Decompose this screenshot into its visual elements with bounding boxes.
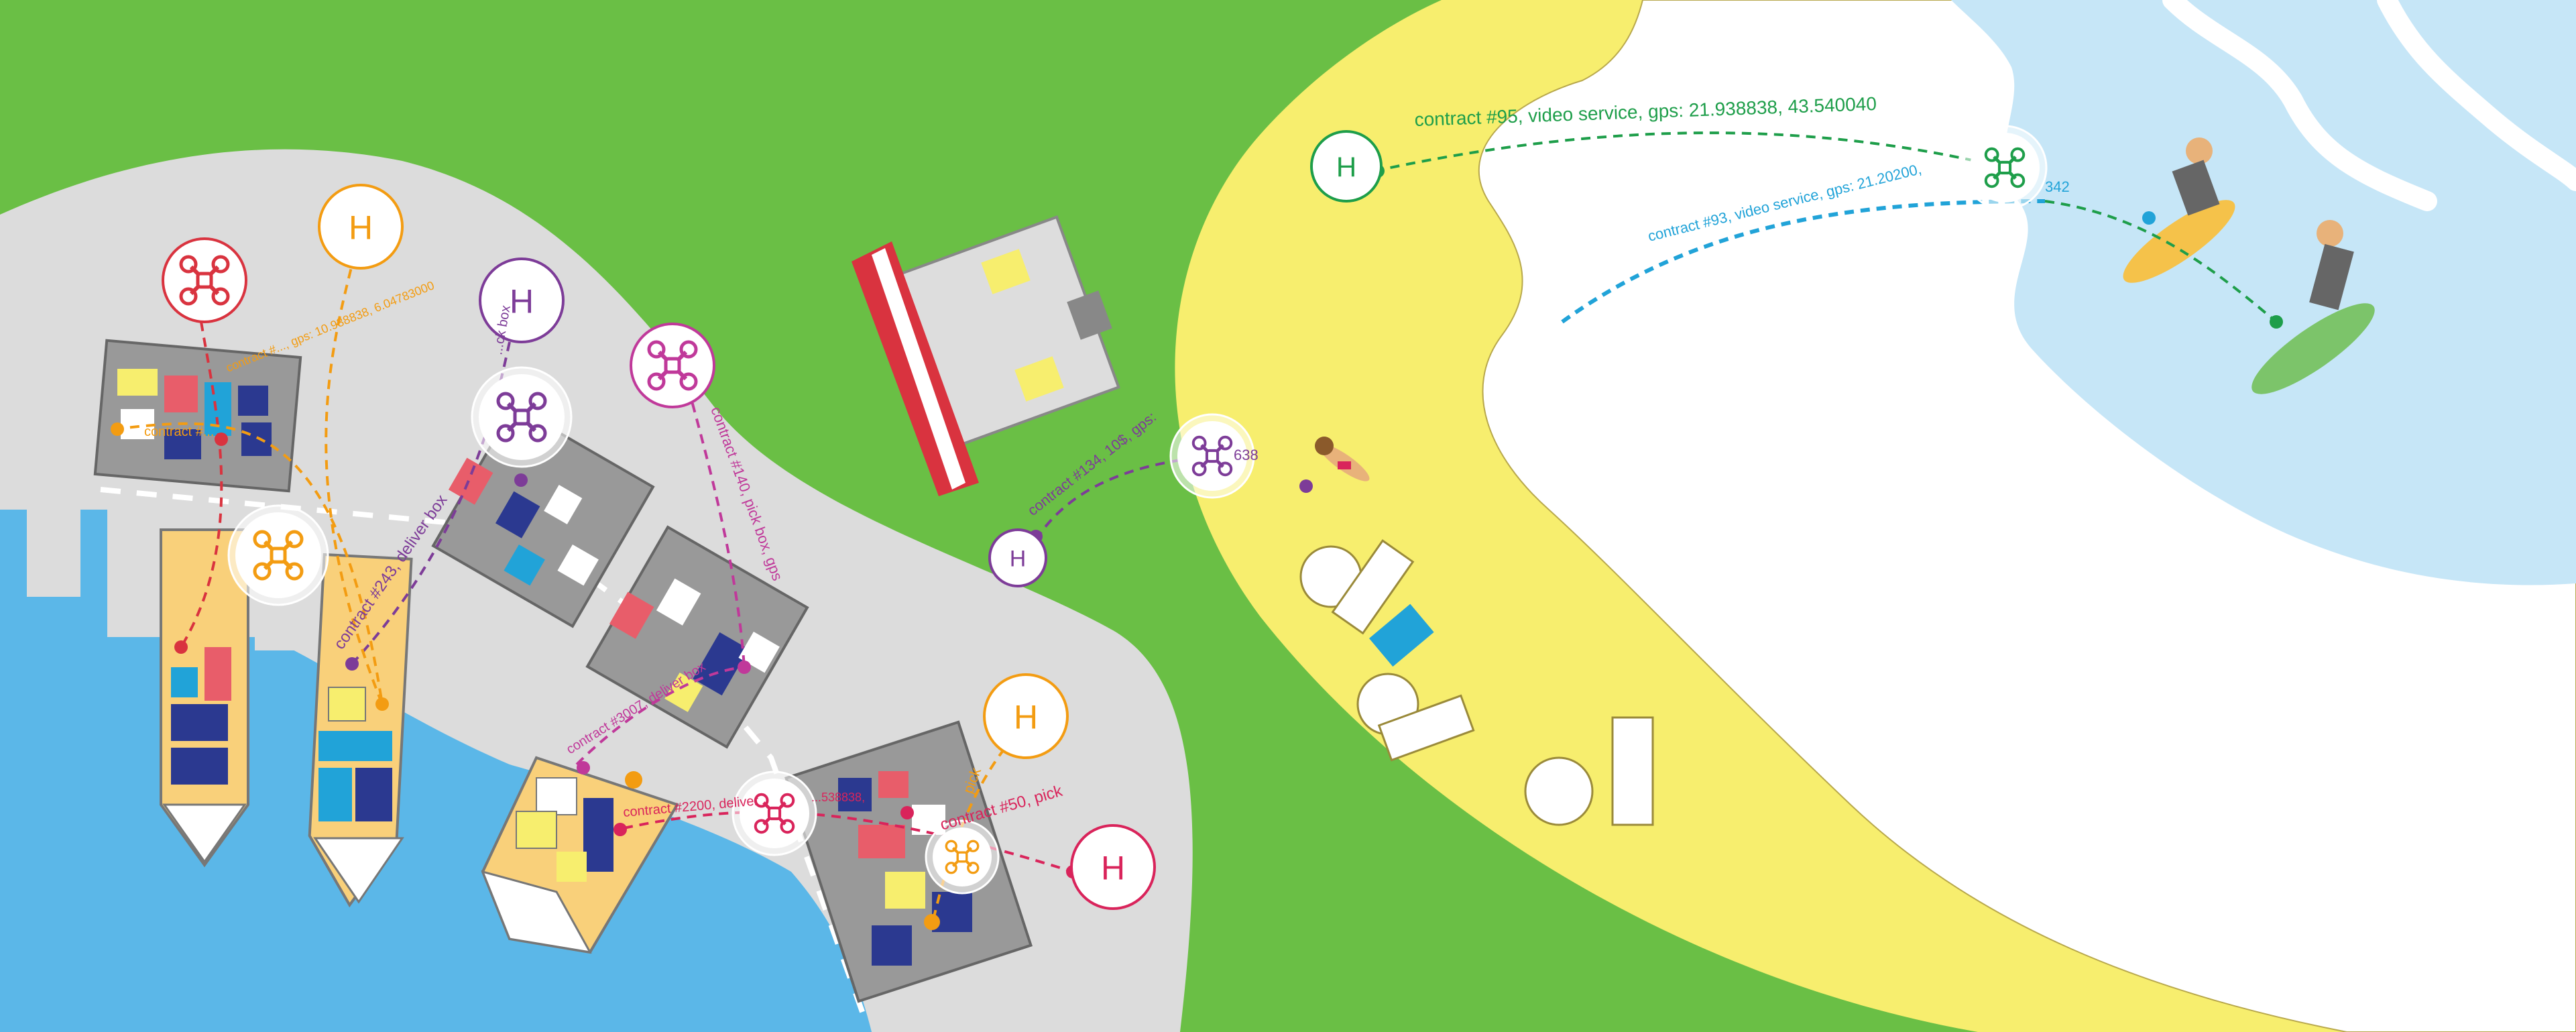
drone-icon <box>227 504 329 606</box>
hub-marker: H <box>988 528 1047 587</box>
container-yard <box>93 339 302 493</box>
drone-icon <box>1962 125 2048 211</box>
hub-letter: H <box>1014 699 1038 736</box>
contract-label-93-suffix: 342 <box>2045 178 2070 195</box>
hub-letter: H <box>1010 547 1027 572</box>
contract-label-orange-small: contract #... <box>144 424 215 439</box>
drone-icon <box>162 237 247 323</box>
drone-icon <box>731 770 817 856</box>
contract-label-134-suffix: 638 <box>1234 447 1258 463</box>
hub-marker: H <box>479 257 565 343</box>
drone-icon <box>630 323 715 408</box>
hub-marker: H <box>318 184 404 270</box>
hub-marker: H <box>1070 824 1156 910</box>
hub-letter: H <box>510 283 534 321</box>
drone-icon <box>925 819 1000 895</box>
pier <box>27 483 80 597</box>
drone-delivery-map: HHHHHH contract #95, video service, gps:… <box>0 0 2576 1032</box>
hub-letter: H <box>1336 152 1356 183</box>
hub-marker: H <box>1310 130 1383 203</box>
contract-label-crimson-gps: ...538838, <box>811 791 865 804</box>
hub-letter: H <box>1101 850 1125 887</box>
drone-icon <box>471 366 573 468</box>
hub-letter: H <box>349 209 373 247</box>
hub-marker: H <box>983 673 1069 759</box>
